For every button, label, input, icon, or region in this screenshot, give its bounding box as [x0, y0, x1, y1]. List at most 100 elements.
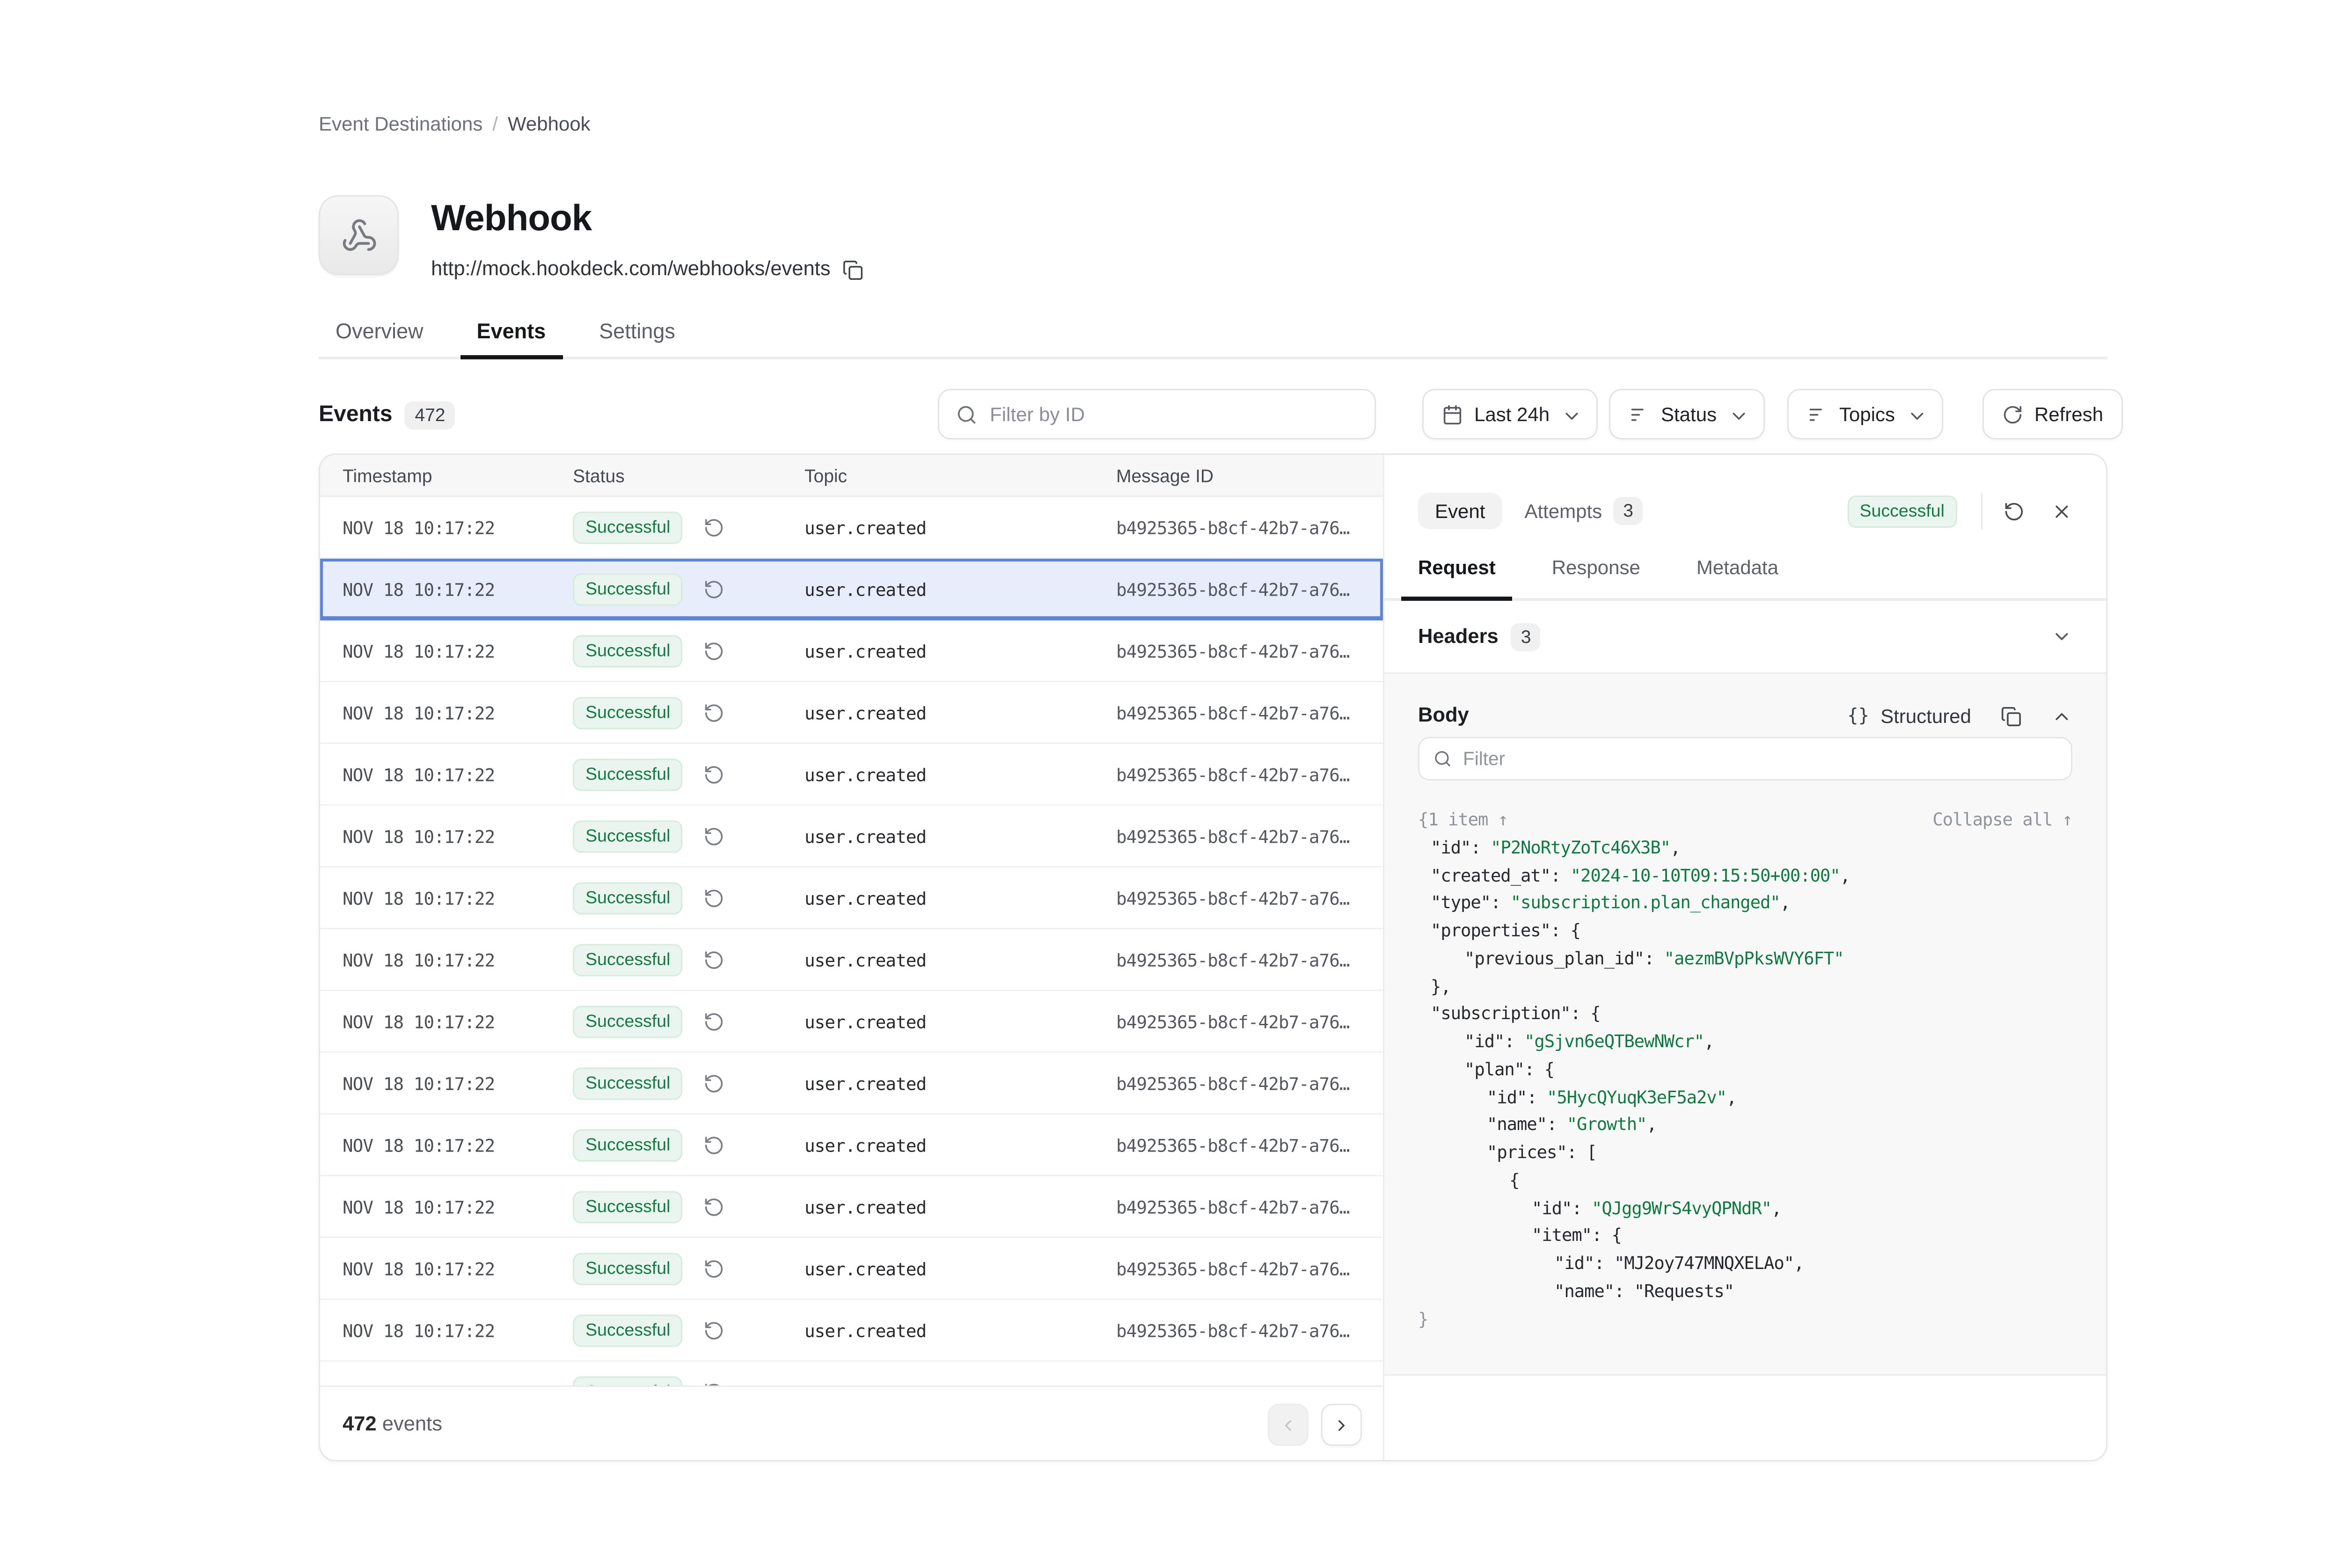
- time-range-button[interactable]: Last 24h: [1422, 389, 1597, 439]
- webhook-icon: [341, 217, 377, 254]
- event-topic: user.created: [804, 887, 926, 908]
- retry-icon[interactable]: [703, 702, 724, 723]
- event-topic: user.created: [804, 1320, 926, 1341]
- retry-icon[interactable]: [703, 1320, 724, 1341]
- table-row[interactable]: NOV 18 10:17:22 Successful user.created …: [320, 1053, 1383, 1115]
- subtab-response[interactable]: Response: [1535, 542, 1657, 601]
- event-topic: user.created: [804, 825, 926, 846]
- breadcrumb-webhook[interactable]: Webhook: [508, 112, 591, 135]
- event-timestamp: NOV 18 10:17:22: [343, 764, 495, 785]
- json-line: "id": "gSjvn6eQTBewNWcr",: [1418, 1028, 2072, 1055]
- json-line: "prices": [: [1418, 1138, 2072, 1166]
- filter-by-id-input[interactable]: [990, 403, 1358, 425]
- event-timestamp: NOV 18 10:17:22: [343, 1320, 495, 1341]
- retry-icon[interactable]: [703, 1196, 724, 1217]
- retry-icon[interactable]: [703, 578, 724, 599]
- table-row[interactable]: NOV 18 10:17:22 Successful user.created …: [320, 497, 1383, 559]
- json-viewer: {1 item ↑ Collapse all ↑ "id": "P2NoRtyZ…: [1418, 806, 2072, 1333]
- table-row[interactable]: NOV 18 10:17:22 Successful user.created …: [320, 682, 1383, 744]
- event-message-id: b4925365-b8cf-42b7-a76…: [1116, 1072, 1350, 1094]
- table-row[interactable]: NOV 18 10:17:22 Successful user.created …: [320, 1176, 1383, 1238]
- copy-body-icon[interactable]: [2001, 706, 2022, 727]
- table-row[interactable]: NOV 18 10:17:22 Successful user.created …: [320, 559, 1383, 620]
- breadcrumb-event-destinations[interactable]: Event Destinations: [319, 112, 483, 135]
- retry-icon[interactable]: [703, 517, 724, 538]
- collapse-all-button[interactable]: Collapse all ↑: [1932, 806, 2072, 833]
- page-title: Webhook: [431, 197, 592, 240]
- table-row[interactable]: NOV 18 10:17:22 Successful user.created …: [320, 620, 1383, 682]
- event-timestamp: NOV 18 10:17:22: [343, 1134, 495, 1155]
- subtab-request[interactable]: Request: [1401, 542, 1513, 601]
- detail-tab-attempts[interactable]: Attempts 3: [1524, 497, 1643, 525]
- table-row[interactable]: NOV 18 10:17:22 Successful user.created …: [320, 868, 1383, 929]
- tab-settings[interactable]: Settings: [582, 312, 692, 359]
- collapse-body-icon[interactable]: [2051, 706, 2072, 727]
- json-line: "plan": {: [1418, 1055, 2072, 1083]
- event-topic: user.created: [804, 1011, 926, 1032]
- table-row[interactable]: NOV 18 10:17:22 Successful user.created …: [320, 1115, 1383, 1176]
- copy-url-icon[interactable]: [842, 259, 863, 280]
- retry-icon[interactable]: [703, 1011, 724, 1032]
- table-row[interactable]: NOV 18 10:17:22 Successful user.created …: [320, 1300, 1383, 1362]
- detail-subtabs: Request Response Metadata: [1384, 542, 2106, 601]
- json-line: "name": "Requests": [1418, 1277, 2072, 1305]
- refresh-button[interactable]: Refresh: [1982, 389, 2123, 439]
- status-badge: Successful: [573, 1129, 683, 1161]
- subtab-metadata[interactable]: Metadata: [1680, 542, 1795, 601]
- chevron-down-icon[interactable]: [2051, 626, 2072, 647]
- topics-filter-button[interactable]: Topics: [1787, 389, 1943, 439]
- event-message-id: b4925365-b8cf-42b7-a76…: [1116, 517, 1350, 538]
- status-filter-button[interactable]: Status: [1609, 389, 1764, 439]
- breadcrumb: Event Destinations / Webhook: [319, 112, 591, 135]
- table-footer: 472 events: [320, 1386, 1383, 1461]
- column-message-id: Message ID: [1116, 465, 1214, 486]
- tab-overview[interactable]: Overview: [319, 312, 440, 359]
- retry-event-icon[interactable]: [2004, 501, 2025, 522]
- status-badge: Successful: [573, 573, 683, 605]
- json-line: "id": "QJgg9WrS4vyQPNdR",: [1418, 1194, 2072, 1222]
- headers-section[interactable]: Headers 3: [1384, 601, 2106, 674]
- event-timestamp: NOV 18 10:17:22: [343, 640, 495, 661]
- event-status-badge: Successful: [1847, 495, 1957, 527]
- json-line: "subscription": {: [1418, 1000, 2072, 1028]
- filter-icon: [1629, 404, 1650, 425]
- status-badge: Successful: [573, 820, 683, 852]
- retry-icon[interactable]: [703, 1258, 724, 1279]
- close-icon[interactable]: [2051, 501, 2072, 522]
- retry-icon[interactable]: [703, 887, 724, 908]
- event-detail-panel: Event Attempts 3 Successful Request Resp…: [1383, 455, 2106, 1460]
- retry-icon[interactable]: [703, 949, 724, 970]
- table-row[interactable]: NOV 18 10:17:22 Successful user.created …: [320, 1362, 1383, 1386]
- retry-icon[interactable]: [703, 1072, 724, 1094]
- event-timestamp: NOV 18 10:17:22: [343, 1381, 495, 1386]
- body-filter-input[interactable]: [1463, 748, 2057, 769]
- retry-icon[interactable]: [703, 764, 724, 785]
- table-rows: NOV 18 10:17:22 Successful user.created …: [320, 497, 1383, 1386]
- table-row[interactable]: NOV 18 10:17:22 Successful user.created …: [320, 1238, 1383, 1300]
- event-topic: user.created: [804, 578, 926, 599]
- json-line: "name": "Growth",: [1418, 1111, 2072, 1138]
- status-badge: Successful: [573, 758, 683, 790]
- pagination-next-button[interactable]: [1321, 1404, 1362, 1446]
- retry-icon[interactable]: [703, 1381, 724, 1386]
- tab-events[interactable]: Events: [460, 312, 563, 359]
- event-timestamp: NOV 18 10:17:22: [343, 702, 495, 723]
- status-badge: Successful: [573, 943, 683, 976]
- calendar-icon: [1442, 404, 1463, 425]
- table-row[interactable]: NOV 18 10:17:22 Successful user.created …: [320, 806, 1383, 868]
- table-row[interactable]: NOV 18 10:17:22 Successful user.created …: [320, 744, 1383, 806]
- body-label: Body: [1418, 705, 1469, 727]
- detail-tab-event[interactable]: Event: [1418, 493, 1502, 529]
- retry-icon[interactable]: [703, 1134, 724, 1155]
- pagination-prev-button[interactable]: [1268, 1404, 1309, 1446]
- status-badge: Successful: [573, 1190, 683, 1223]
- attempts-count-badge: 3: [1613, 497, 1643, 525]
- json-line: "id": "5HycQYuqK3eF5a2v",: [1418, 1083, 2072, 1111]
- table-row[interactable]: NOV 18 10:17:22 Successful user.created …: [320, 991, 1383, 1053]
- column-status: Status: [573, 465, 625, 486]
- retry-icon[interactable]: [703, 825, 724, 846]
- body-filter-box: [1418, 737, 2072, 780]
- structured-mode-toggle[interactable]: {} Structured: [1847, 705, 1971, 727]
- retry-icon[interactable]: [703, 640, 724, 661]
- table-row[interactable]: NOV 18 10:17:22 Successful user.created …: [320, 929, 1383, 991]
